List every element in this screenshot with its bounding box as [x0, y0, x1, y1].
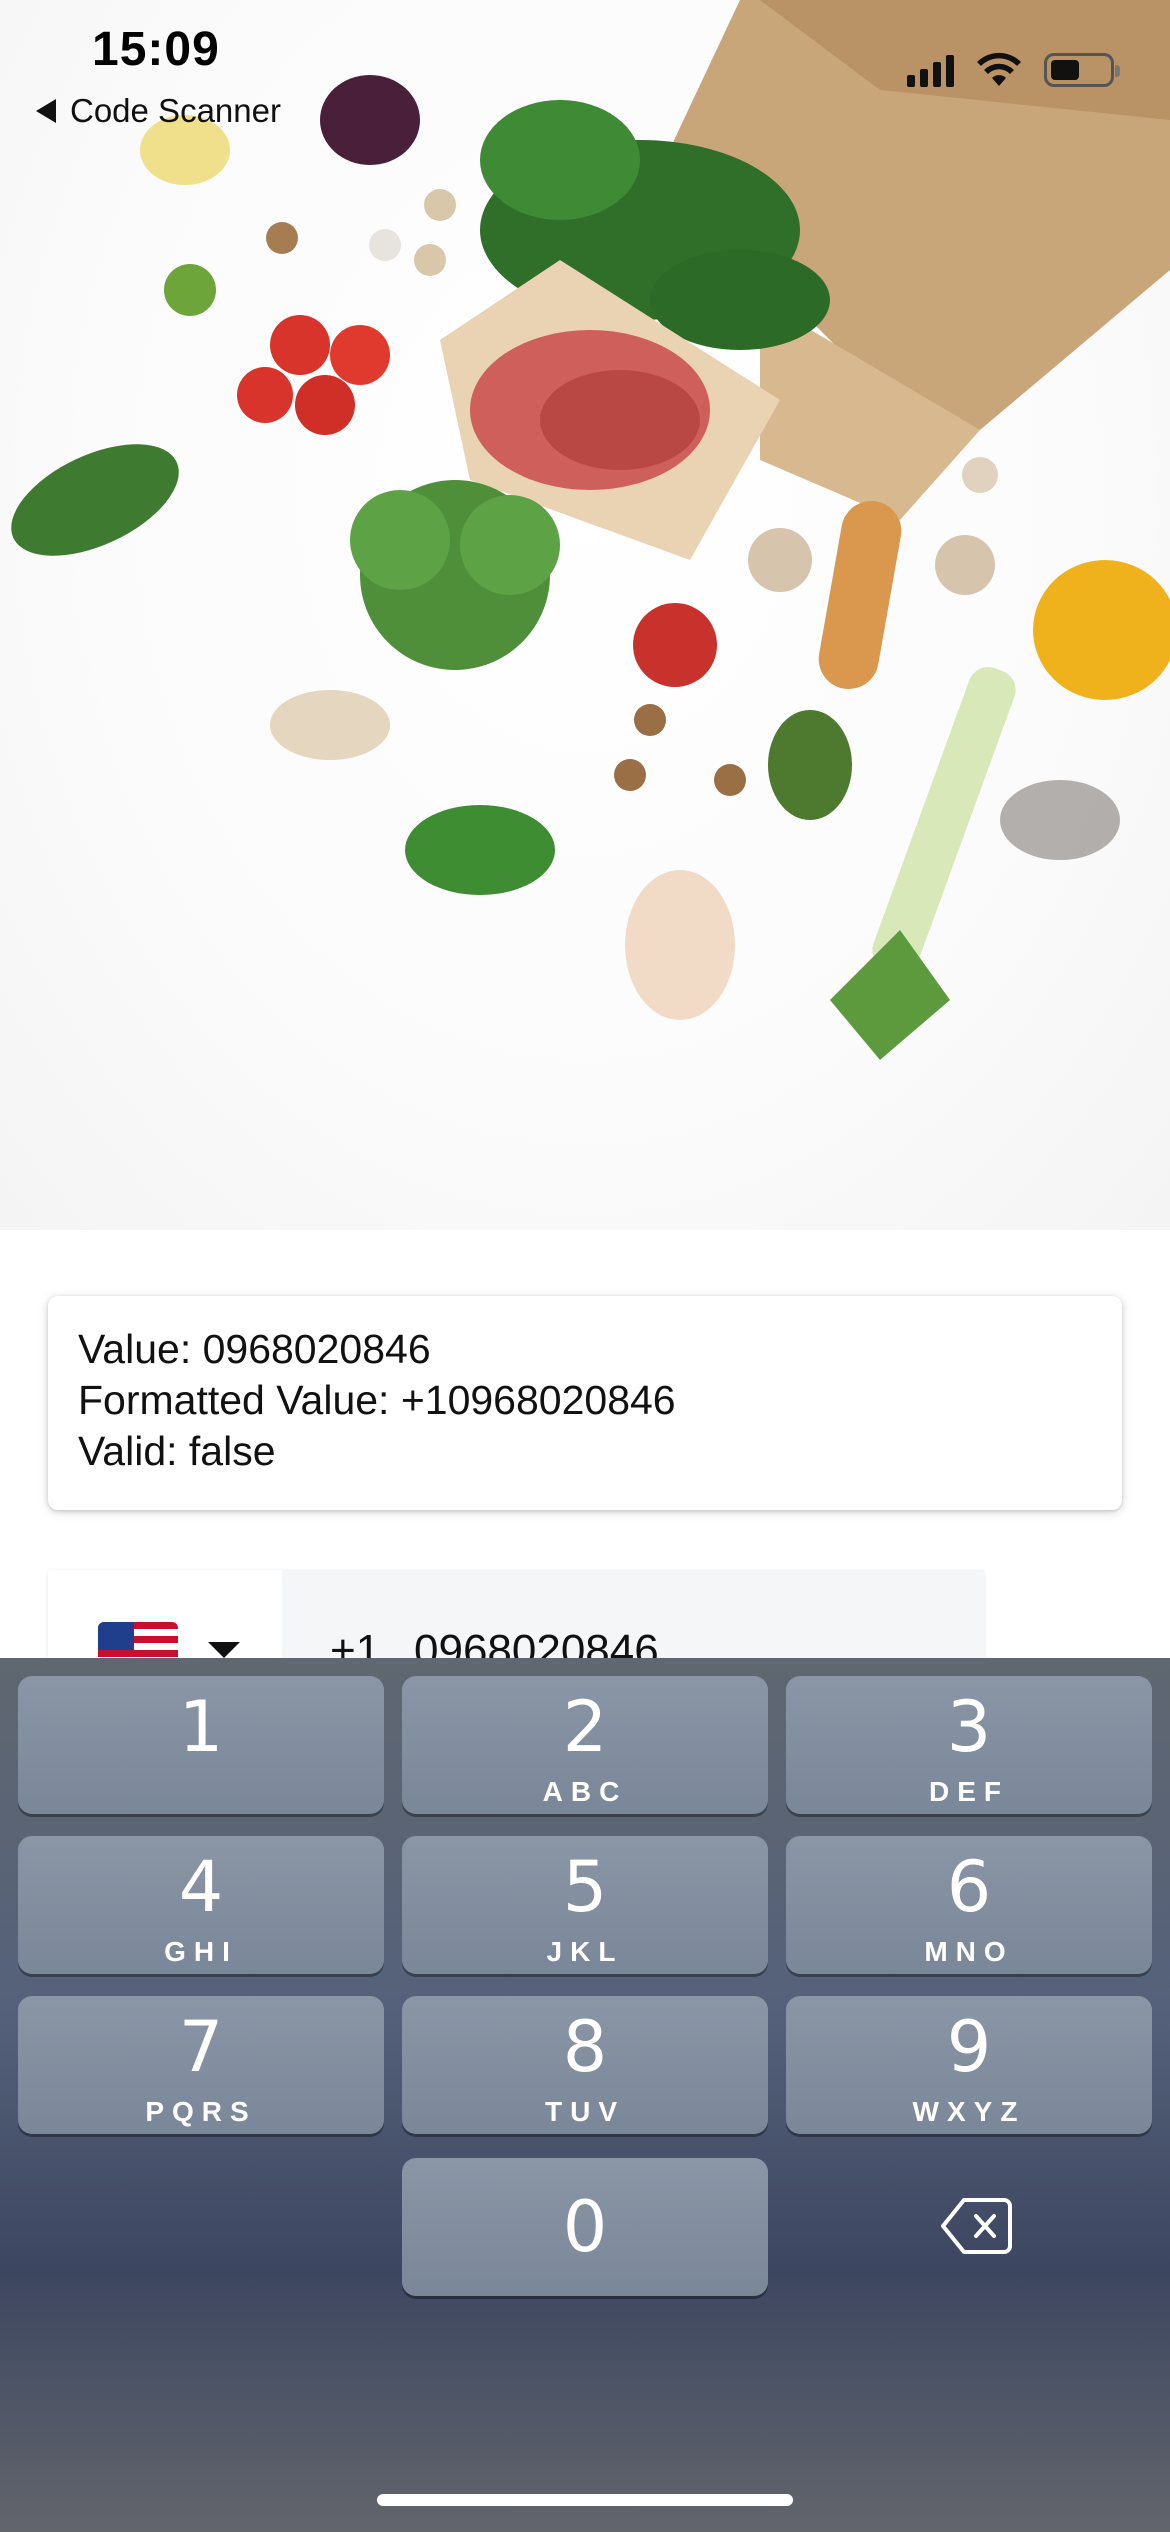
status-time: 15:09	[92, 23, 220, 76]
key-1[interactable]: 1	[18, 1676, 384, 1814]
key-8[interactable]: 8 TUV	[402, 1996, 768, 2134]
key-letters: MNO	[924, 1936, 1014, 1967]
status-indicators	[907, 52, 1120, 88]
dropdown-caret-icon	[208, 1642, 240, 1658]
us-flag-icon	[98, 1622, 178, 1660]
phone-number-input[interactable]: 0968020846	[414, 1626, 659, 1660]
key-letters: JKL	[546, 1936, 624, 1967]
key-2[interactable]: 2 ABC	[402, 1676, 768, 1814]
key-letters: GHI	[164, 1936, 238, 1967]
key-7[interactable]: 7 PQRS	[18, 1996, 384, 2134]
key-letters: ABC	[542, 1776, 628, 1807]
dial-code: +1	[330, 1626, 381, 1660]
key-letters: TUV	[545, 2096, 625, 2127]
back-to-app-link[interactable]: Code Scanner	[36, 92, 281, 130]
result-card: Value: 0968020846 Formatted Value: +1096…	[48, 1296, 1122, 1510]
groceries-illustration	[11, 0, 1170, 1060]
hero-groceries-image	[0, 0, 1170, 1230]
key-5[interactable]: 5 JKL	[402, 1836, 768, 1974]
key-digit: 3	[946, 1686, 992, 1768]
valid-text: Valid: false	[78, 1428, 276, 1474]
key-digit: 5	[562, 1846, 608, 1928]
key-0[interactable]: 0	[402, 2158, 768, 2296]
key-letters: DEF	[929, 1776, 1009, 1807]
key-digit: 6	[946, 1846, 992, 1928]
key-digit: 7	[178, 2006, 224, 2088]
wifi-icon	[977, 52, 1021, 86]
key-letters: PQRS	[145, 2096, 257, 2127]
home-indicator	[377, 2494, 793, 2506]
phone-number-field[interactable]: +1 0968020846	[48, 1570, 984, 1660]
key-9[interactable]: 9 WXYZ	[786, 1996, 1152, 2134]
key-3[interactable]: 3 DEF	[786, 1676, 1152, 1814]
key-digit: 9	[946, 2006, 992, 2088]
key-digit: 4	[178, 1846, 224, 1928]
key-digit: 1	[178, 1686, 224, 1768]
value-text: Value: 0968020846	[78, 1326, 431, 1372]
cellular-signal-icon	[907, 53, 954, 87]
back-app-label: Code Scanner	[70, 92, 281, 129]
formatted-value-text: Formatted Value: +10968020846	[78, 1377, 676, 1423]
key-digit: 2	[562, 1686, 608, 1768]
numeric-keypad: 1 2 ABC 3 DEF 4 GHI 5 JKL 6 MNO 7 PQRS 8…	[0, 1658, 1170, 2532]
key-digit: 0	[562, 2186, 608, 2268]
key-letters: WXYZ	[912, 2096, 1026, 2127]
key-digit: 8	[562, 2006, 608, 2088]
backspace-icon[interactable]	[940, 2196, 1012, 2256]
key-4[interactable]: 4 GHI	[18, 1836, 384, 1974]
back-arrow-icon	[36, 99, 56, 123]
key-6[interactable]: 6 MNO	[786, 1836, 1152, 1974]
battery-icon	[1044, 53, 1120, 87]
country-picker-button[interactable]	[48, 1570, 282, 1660]
